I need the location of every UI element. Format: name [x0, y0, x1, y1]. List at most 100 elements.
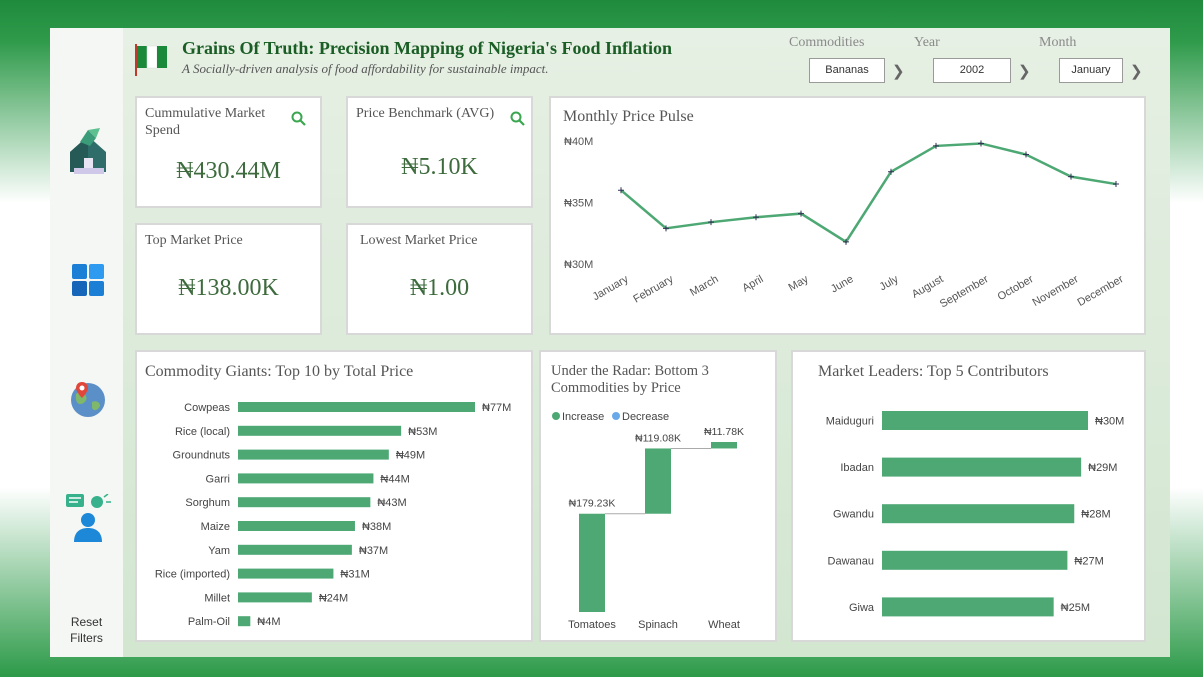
y-tick-label: ₦40M [564, 136, 593, 148]
bar [238, 616, 251, 627]
kpi-card-lowest-price: Lowest Market Price ₦1.00 [346, 223, 533, 335]
category-label: Ibadan [840, 462, 874, 474]
page-title: Grains Of Truth: Precision Mapping of Ni… [182, 38, 673, 58]
series-line [620, 142, 1117, 244]
search-icon[interactable] [510, 111, 526, 127]
data-label: ₦49M [396, 450, 425, 462]
kpi-label: Cummulative Market Spend [145, 106, 266, 138]
x-tick-label: December [1076, 273, 1126, 309]
kpi-card-top-price: Top Market Price ₦138.00K [135, 223, 322, 335]
data-label: ₦24M [319, 592, 348, 604]
top10-bar-chart: Cowpeas ₦77M Rice (local) ₦53M Groundnuts ₦49… [155, 402, 511, 628]
data-label: ₦29M [1088, 462, 1117, 474]
category-label: Garri [206, 473, 230, 485]
top5-bar-chart: Maiduguri ₦30M Ibadan ₦29M Gwandu ₦28M Dawanau… [826, 411, 1124, 617]
data-point [708, 219, 714, 226]
x-tick-label: May [787, 273, 811, 294]
commodities-next-icon[interactable]: ❯ [892, 62, 905, 80]
monthly-price-pulse-card: Monthly Price Pulse ₦30M ₦35M ₦40M January F… [549, 96, 1146, 335]
home-icon[interactable] [66, 128, 110, 174]
kpi-value: ₦138.00K [178, 275, 279, 301]
data-point [978, 140, 984, 147]
year-next-icon[interactable]: ❯ [1018, 62, 1031, 80]
bar [238, 497, 371, 508]
data-point [753, 214, 759, 221]
bar [882, 457, 1082, 477]
bottom3-commodities-card: Under the Radar: Bottom 3 Commodities by… [539, 350, 777, 642]
y-tick-label: ₦35M [564, 198, 593, 210]
category-label: Wheat [708, 619, 740, 631]
data-label: ₦44M [380, 473, 409, 485]
category-label: Gwandu [833, 509, 874, 521]
bar [238, 592, 312, 603]
commodities-filter-select[interactable]: Bananas [809, 58, 885, 83]
top10-commodities-card: Commodity Giants: Top 10 by Total Price … [135, 350, 533, 642]
waterfall-bar [579, 513, 605, 612]
data-label: ₦77M [482, 402, 511, 414]
x-tick-label: January [591, 273, 631, 303]
sidebar: Reset Filters [50, 28, 123, 657]
year-filter-label: Year [914, 35, 940, 50]
insights-person-icon[interactable] [66, 493, 111, 542]
kpi-value: ₦1.00 [409, 275, 470, 301]
category-label: Giwa [849, 602, 875, 614]
bar [238, 402, 475, 412]
data-label: ₦37M [359, 545, 388, 557]
kpi-value: ₦430.44M [176, 158, 281, 184]
x-tick-label: August [910, 273, 946, 301]
legend-marker-increase [552, 412, 560, 420]
category-label: Sorghum [185, 497, 230, 509]
market-leaders-card: Market Leaders: Top 5 Contributors Maidu… [791, 350, 1146, 642]
waterfall-bar [711, 442, 737, 449]
category-label: Maiduguri [826, 416, 874, 428]
bar [882, 411, 1088, 430]
category-label: Tomatoes [568, 619, 616, 631]
month-filter-label: Month [1039, 35, 1077, 50]
reset-label-line2: Filters [70, 631, 103, 645]
category-label: Cowpeas [184, 402, 230, 414]
x-tick-label: March [688, 273, 720, 299]
category-label: Spinach [638, 619, 678, 631]
kpi-label: Lowest Market Price [360, 233, 478, 248]
waterfall-bar [645, 448, 671, 514]
x-tick-label: November [1031, 273, 1081, 309]
x-tick-label: July [878, 273, 901, 293]
year-filter-select[interactable]: 2002 [933, 58, 1011, 83]
commodities-filter-label: Commodities [789, 35, 865, 50]
x-tick-label: June [829, 273, 856, 295]
kpi-label: Price Benchmark (AVG) [356, 106, 495, 121]
data-label: ₦30M [1095, 416, 1124, 428]
data-label: ₦25M [1061, 602, 1090, 614]
x-tick-label: February [631, 273, 676, 306]
reset-filters-button[interactable]: Reset Filters [50, 614, 123, 646]
category-label: Rice (local) [175, 426, 230, 438]
category-label: Palm-Oil [188, 616, 230, 628]
month-next-icon[interactable]: ❯ [1130, 62, 1143, 80]
category-label: Groundnuts [173, 450, 231, 462]
data-label: ₦4M [257, 616, 280, 628]
data-label: ₦43M [377, 497, 406, 509]
data-label: ₦38M [362, 521, 391, 533]
y-tick-label: ₦30M [564, 259, 593, 271]
data-label: ₦31M [340, 569, 369, 581]
bar [238, 521, 355, 531]
map-pin-globe-icon[interactable] [66, 378, 110, 422]
line-chart: ₦30M ₦35M ₦40M January February March April May… [564, 136, 1126, 311]
kpi-card-benchmark: Price Benchmark (AVG) ₦5.10K [346, 96, 533, 208]
bar [238, 473, 374, 484]
reset-label-line1: Reset [70, 615, 103, 629]
dashboard-grid-icon[interactable] [66, 260, 110, 304]
data-label: ₦11.78K [704, 426, 744, 438]
bar [882, 504, 1075, 524]
legend-label: Increase [562, 411, 604, 423]
search-icon[interactable] [291, 111, 307, 127]
category-label: Maize [201, 521, 230, 533]
kpi-label: Top Market Price [145, 233, 243, 248]
month-filter-select[interactable]: January [1059, 58, 1123, 83]
bar [238, 544, 352, 555]
bar [238, 449, 389, 460]
legend-label: Decrease [622, 411, 669, 423]
data-label: ₦53M [408, 426, 437, 438]
waterfall-chart: Increase Decrease ₦179.23K Tomatoes ₦119.08K… [552, 411, 744, 631]
data-label: ₦28M [1081, 509, 1110, 521]
